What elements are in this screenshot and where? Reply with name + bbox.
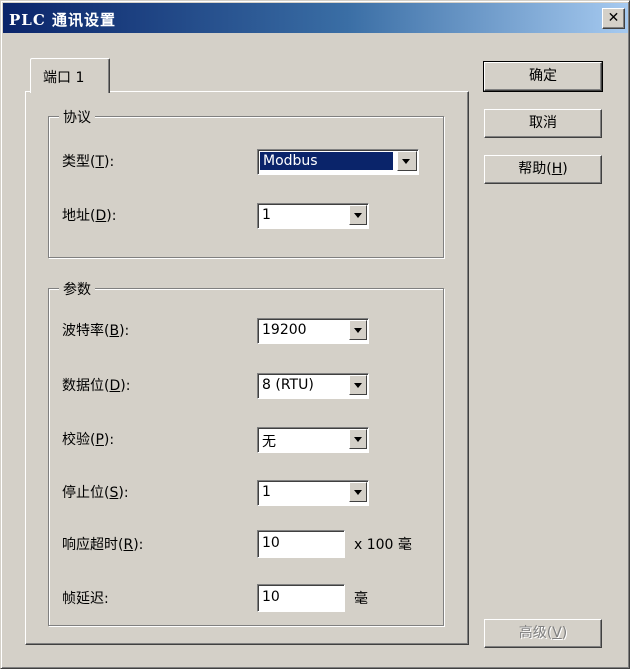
frame-delay-label: 帧延迟: [62, 591, 109, 607]
chevron-down-icon[interactable] [349, 375, 367, 395]
advanced-button[interactable]: 高级(V) [484, 619, 602, 648]
stopbits-label: 停止位(S): [62, 485, 129, 501]
address-select[interactable]: 1 [257, 203, 369, 229]
chevron-down-icon[interactable] [349, 320, 367, 340]
title-bar[interactable]: PLC 通讯设置 ✕ [3, 3, 628, 33]
plc-comm-settings-dialog: PLC 通讯设置 ✕ 端口 1 协议 类型(T): Modbus 地址(D): … [0, 0, 630, 669]
baud-value: 19200 [262, 322, 307, 338]
address-value: 1 [262, 207, 271, 223]
type-label: 类型(T): [62, 154, 115, 170]
timeout-unit: x 100 毫 [354, 537, 412, 553]
baud-label: 波特率(B): [62, 323, 130, 339]
databits-select[interactable]: 8 (RTU) [257, 373, 369, 399]
parity-value: 无 [262, 434, 276, 450]
chevron-down-icon[interactable] [397, 151, 417, 171]
type-select[interactable]: Modbus [257, 149, 419, 175]
chevron-down-icon[interactable] [349, 429, 367, 449]
chevron-down-icon[interactable] [349, 482, 367, 502]
ok-button[interactable]: 确定 [483, 61, 603, 92]
parity-select[interactable]: 无 [257, 427, 369, 453]
frame-delay-unit: 毫 [354, 591, 368, 607]
close-button[interactable]: ✕ [602, 8, 625, 29]
tab-port-1[interactable]: 端口 1 [30, 58, 110, 93]
frame-delay-input[interactable]: 10 [257, 584, 345, 612]
timeout-value: 10 [262, 535, 280, 551]
cancel-button[interactable]: 取消 [484, 109, 602, 138]
window-title: PLC 通讯设置 [9, 11, 116, 29]
databits-label: 数据位(D): [62, 378, 131, 394]
parity-label: 校验(P): [62, 432, 115, 448]
databits-value: 8 (RTU) [262, 377, 314, 393]
help-button[interactable]: 帮助(H) [484, 155, 602, 184]
timeout-input[interactable]: 10 [257, 530, 345, 558]
protocol-group-title: 协议 [59, 107, 95, 127]
stopbits-select[interactable]: 1 [257, 480, 369, 506]
tab-label: 端口 1 [43, 70, 85, 86]
close-icon: ✕ [607, 10, 620, 26]
params-group-title: 参数 [59, 279, 95, 299]
timeout-label: 响应超时(R): [62, 537, 144, 553]
chevron-down-icon[interactable] [349, 205, 367, 225]
address-label: 地址(D): [62, 208, 117, 224]
protocol-group: 协议 类型(T): Modbus 地址(D): 1 [48, 107, 444, 258]
type-value: Modbus [260, 152, 393, 170]
baud-select[interactable]: 19200 [257, 318, 369, 344]
tab-panel: 协议 类型(T): Modbus 地址(D): 1 参数 波特率(B): 192… [25, 91, 469, 645]
params-group: 参数 波特率(B): 19200 数据位(D): 8 (RTU) 校验(P): … [48, 279, 444, 626]
stopbits-value: 1 [262, 484, 271, 500]
frame-delay-value: 10 [262, 589, 280, 605]
